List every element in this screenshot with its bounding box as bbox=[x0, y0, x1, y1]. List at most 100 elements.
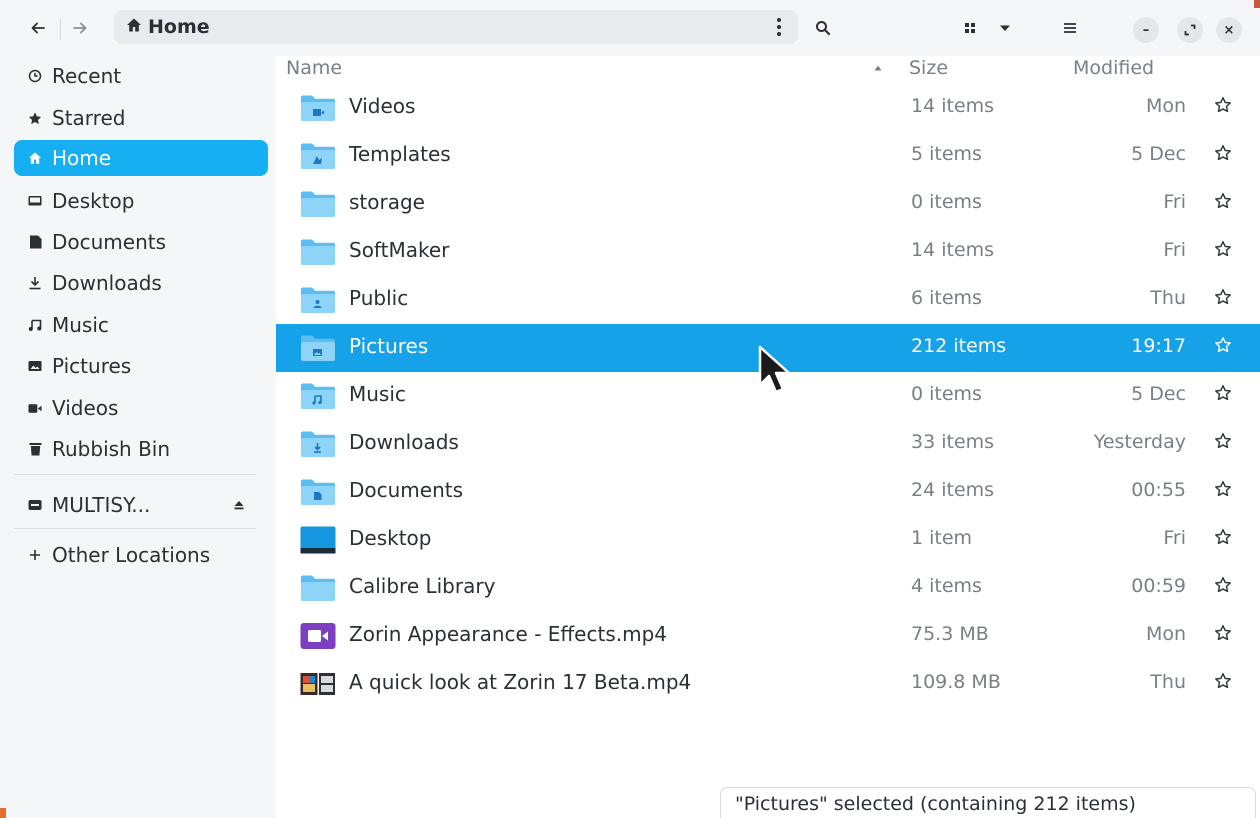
file-size: 24 items bbox=[911, 479, 995, 501]
plus-icon bbox=[28, 548, 42, 562]
star-icon[interactable] bbox=[1214, 192, 1232, 210]
download-icon bbox=[28, 276, 42, 290]
view-options-dropdown[interactable] bbox=[995, 14, 1015, 42]
vertical-dots-icon[interactable] bbox=[774, 16, 784, 38]
folder-pictures-icon bbox=[301, 335, 335, 361]
home-icon bbox=[28, 151, 42, 165]
sidebar-item-drive[interactable]: MULTISY... bbox=[14, 487, 268, 523]
drive-icon bbox=[28, 498, 42, 512]
file-name: Public bbox=[349, 286, 409, 310]
sidebar-divider bbox=[14, 474, 256, 475]
main-menu-button[interactable] bbox=[1058, 14, 1082, 42]
folder-documents-icon bbox=[301, 479, 335, 505]
folder-videos-icon bbox=[301, 95, 335, 121]
file-size: 1 item bbox=[911, 527, 973, 549]
file-list: Name Size Modified Videos 14 items Mon Temp… bbox=[276, 56, 1260, 818]
file-name: Desktop bbox=[349, 526, 432, 550]
file-size: 0 items bbox=[911, 383, 982, 405]
file-row[interactable]: Public 6 items Thu bbox=[276, 276, 1260, 324]
nav-divider bbox=[60, 18, 61, 40]
file-size: 33 items bbox=[911, 431, 995, 453]
folder-icon bbox=[301, 575, 335, 601]
file-modified: Fri bbox=[1163, 239, 1186, 261]
file-row[interactable]: Zorin Appearance - Effects.mp4 75.3 MB Mon bbox=[276, 612, 1260, 660]
folder-public-icon bbox=[301, 287, 335, 313]
sidebar-item-home[interactable]: Home bbox=[14, 140, 268, 176]
file-row[interactable]: A quick look at Zorin 17 Beta.mp4 109.8 M… bbox=[276, 660, 1260, 708]
sidebar-item-label: Documents bbox=[52, 230, 167, 254]
forward-button[interactable] bbox=[66, 14, 94, 42]
star-icon[interactable] bbox=[1214, 144, 1232, 162]
file-modified: 19:17 bbox=[1131, 335, 1186, 357]
document-icon bbox=[28, 235, 42, 249]
file-size: 6 items bbox=[911, 287, 982, 309]
back-button[interactable] bbox=[24, 14, 52, 42]
path-label[interactable]: Home bbox=[148, 16, 210, 38]
file-name: Videos bbox=[349, 94, 416, 118]
column-header-size[interactable]: Size bbox=[909, 57, 948, 79]
sidebar-item-downloads[interactable]: Downloads bbox=[14, 265, 268, 301]
path-bar[interactable]: Home bbox=[114, 10, 798, 44]
file-row[interactable]: Templates 5 items 5 Dec bbox=[276, 132, 1260, 180]
star-icon[interactable] bbox=[1214, 576, 1232, 594]
star-icon[interactable] bbox=[1214, 96, 1232, 114]
star-icon[interactable] bbox=[1214, 480, 1232, 498]
sidebar-item-label: Starred bbox=[52, 106, 126, 130]
file-name: storage bbox=[349, 190, 425, 214]
folder-downloads-icon bbox=[301, 431, 335, 457]
file-name: Documents bbox=[349, 478, 464, 502]
minimize-button[interactable]: – bbox=[1133, 17, 1159, 43]
sidebar-item-desktop[interactable]: Desktop bbox=[14, 183, 268, 219]
status-text: "Pictures" selected (containing 212 item… bbox=[735, 793, 1136, 815]
file-row[interactable]: storage 0 items Fri bbox=[276, 180, 1260, 228]
grid-view-button[interactable] bbox=[958, 14, 982, 42]
pictures-icon bbox=[28, 359, 42, 373]
file-modified: Mon bbox=[1145, 623, 1186, 645]
star-icon[interactable] bbox=[1214, 240, 1232, 258]
file-row[interactable]: Downloads 33 items Yesterday bbox=[276, 420, 1260, 468]
column-header-name[interactable]: Name bbox=[286, 57, 342, 79]
star-icon[interactable] bbox=[1214, 288, 1232, 306]
star-icon[interactable] bbox=[1214, 336, 1232, 354]
file-name: Calibre Library bbox=[349, 574, 496, 598]
file-row[interactable]: Videos 14 items Mon bbox=[276, 84, 1260, 132]
sidebar-item-pictures[interactable]: Pictures bbox=[14, 348, 268, 384]
sidebar-item-starred[interactable]: Starred bbox=[14, 100, 268, 136]
folder-desktop-icon bbox=[300, 526, 336, 554]
sidebar-item-recent[interactable]: Recent bbox=[14, 58, 268, 94]
star-icon[interactable] bbox=[1214, 624, 1232, 642]
star-icon[interactable] bbox=[1214, 528, 1232, 546]
video-file-icon bbox=[300, 623, 336, 649]
sidebar-item-label: Music bbox=[52, 313, 109, 337]
sidebar-item-videos[interactable]: Videos bbox=[14, 390, 268, 426]
sidebar-item-label: MULTISY... bbox=[52, 493, 151, 517]
file-modified: Yesterday bbox=[1093, 431, 1186, 453]
column-header-modified[interactable]: Modified bbox=[1073, 57, 1154, 79]
arrow-right-icon bbox=[73, 22, 87, 34]
grid-view-icon bbox=[965, 23, 975, 33]
close-button[interactable]: × bbox=[1216, 17, 1242, 43]
star-icon[interactable] bbox=[1214, 432, 1232, 450]
search-button[interactable] bbox=[808, 14, 838, 42]
file-modified: 00:59 bbox=[1131, 575, 1186, 597]
sidebar-item-music[interactable]: Music bbox=[14, 307, 268, 343]
star-icon[interactable] bbox=[1214, 672, 1232, 690]
video-thumbnail-icon bbox=[300, 673, 335, 695]
file-name: Pictures bbox=[349, 334, 429, 358]
star-icon[interactable] bbox=[1214, 384, 1232, 402]
sidebar-item-label: Recent bbox=[52, 64, 122, 88]
file-size: 14 items bbox=[911, 95, 995, 117]
file-row[interactable]: Calibre Library 4 items 00:59 bbox=[276, 564, 1260, 612]
file-row[interactable]: Desktop 1 item Fri bbox=[276, 516, 1260, 564]
maximize-button[interactable] bbox=[1177, 17, 1203, 43]
file-size: 212 items bbox=[911, 335, 1007, 357]
sidebar-item-other-locations[interactable]: Other Locations bbox=[14, 537, 268, 573]
window-corner-accent bbox=[1254, 0, 1260, 8]
eject-icon[interactable] bbox=[232, 498, 246, 512]
sidebar-item-documents[interactable]: Documents bbox=[14, 224, 268, 260]
hamburger-menu-icon bbox=[1064, 23, 1076, 33]
file-row[interactable]: Documents 24 items 00:55 bbox=[276, 468, 1260, 516]
sidebar-item-label: Rubbish Bin bbox=[52, 437, 171, 461]
file-row[interactable]: SoftMaker 14 items Fri bbox=[276, 228, 1260, 276]
sidebar-item-rubbish-bin[interactable]: Rubbish Bin bbox=[14, 431, 268, 467]
